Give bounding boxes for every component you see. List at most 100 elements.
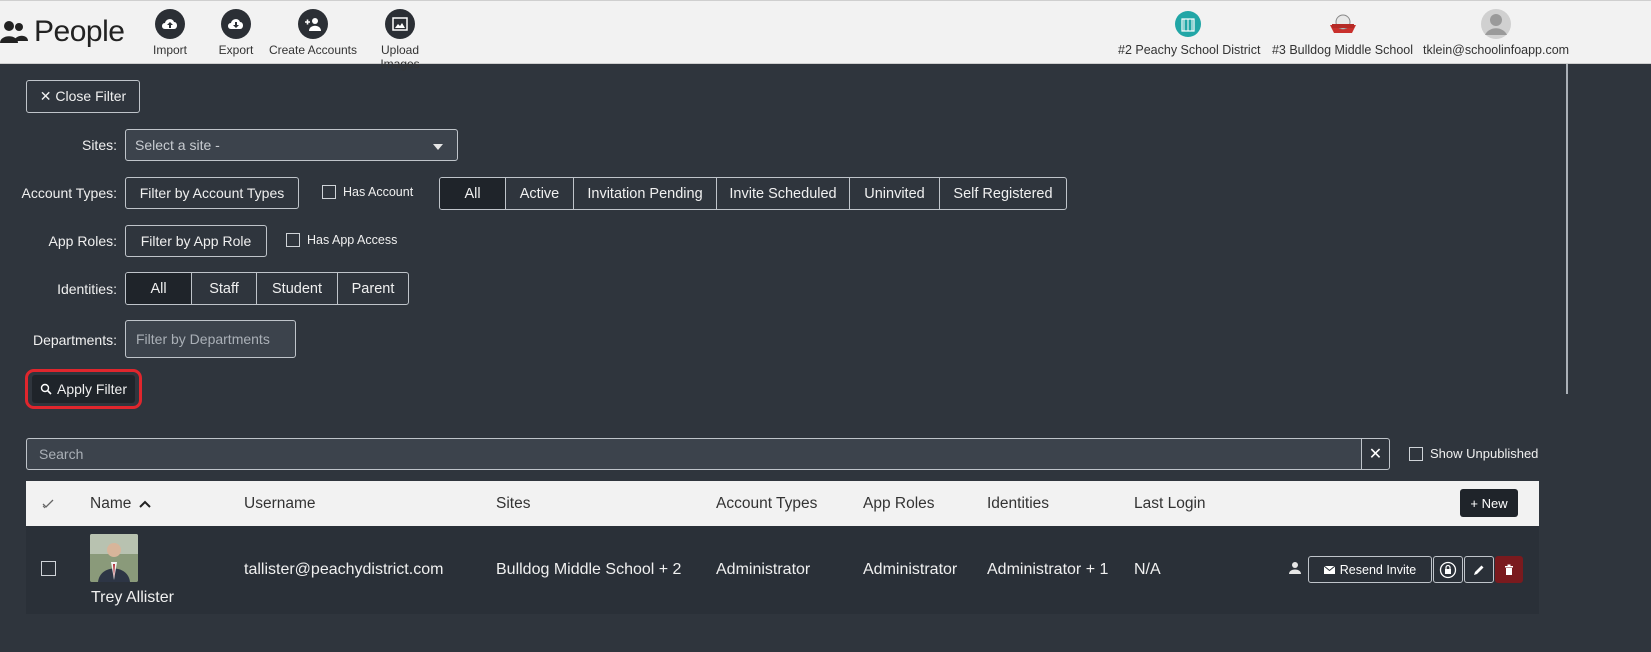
new-button[interactable]: + New <box>1460 489 1518 517</box>
table-header: Name Username Sites Account Types App Ro… <box>26 481 1539 526</box>
user-name[interactable]: Trey Allister <box>91 589 174 607</box>
upload-images-button[interactable]: Upload Images <box>360 9 440 71</box>
has-account-box[interactable] <box>322 185 336 199</box>
site-district-label: #2 Peachy School District <box>1118 43 1261 57</box>
apply-filter-highlight: Apply Filter <box>25 369 142 409</box>
has-account-checkbox[interactable]: Has Account <box>322 185 413 199</box>
departments-input[interactable]: Filter by Departments <box>125 320 296 358</box>
image-icon <box>385 9 415 39</box>
departments-placeholder: Filter by Departments <box>136 331 270 347</box>
app-roles-label: App Roles: <box>48 233 117 249</box>
user-photo <box>90 534 138 582</box>
school-logo-icon <box>1328 9 1358 39</box>
user-username: tallister@peachydistrict.com <box>244 561 444 578</box>
search-placeholder: Search <box>39 446 84 462</box>
user-app-roles: Administrator <box>863 561 958 578</box>
identity-staff-button[interactable]: Staff <box>192 273 257 304</box>
close-filter-button[interactable]: ✕ Close Filter <box>26 80 140 113</box>
brand: People <box>0 15 125 49</box>
edit-button[interactable] <box>1464 556 1494 583</box>
search-clear-button[interactable]: ✕ <box>1361 438 1390 470</box>
identities-label: Identities: <box>57 281 117 297</box>
people-icon <box>0 21 28 43</box>
resend-invite-button[interactable]: Resend Invite <box>1308 556 1432 583</box>
sites-select-value: Select a site - <box>135 137 220 153</box>
user-email-label: tklein@schoolinfoapp.com <box>1423 43 1570 57</box>
scrollbar[interactable] <box>1566 64 1568 394</box>
import-button[interactable]: Import <box>148 9 192 57</box>
row-checkbox[interactable] <box>41 561 56 576</box>
show-unpublished-checkbox[interactable]: Show Unpublished <box>1409 446 1538 461</box>
pencil-icon <box>1474 565 1484 575</box>
apply-filter-label: Apply Filter <box>56 381 128 397</box>
has-app-access-label: Has App Access <box>307 233 398 247</box>
upload-images-label: Upload Images <box>380 43 420 71</box>
status-self-registered-button[interactable]: Self Registered <box>940 178 1066 209</box>
column-identities[interactable]: Identities <box>987 495 1049 513</box>
identity-parent-button[interactable]: Parent <box>338 273 408 304</box>
user-account-types: Administrator <box>716 561 811 578</box>
top-bar: People Import Export Create Accounts Upl… <box>0 0 1651 71</box>
export-label: Export <box>218 43 254 57</box>
district-logo-icon <box>1173 9 1203 39</box>
sites-label: Sites: <box>81 137 117 153</box>
identities-segmented: All Staff Student Parent <box>125 272 409 305</box>
search-input[interactable]: Search <box>26 438 1362 470</box>
create-accounts-label: Create Accounts <box>268 43 358 57</box>
column-last-login[interactable]: Last Login <box>1134 495 1206 513</box>
create-accounts-button[interactable]: Create Accounts <box>268 9 358 57</box>
reset-password-button[interactable] <box>1433 556 1463 583</box>
has-app-access-checkbox[interactable]: Has App Access <box>286 233 397 247</box>
identity-student-button[interactable]: Student <box>257 273 338 304</box>
cloud-upload-icon <box>155 9 185 39</box>
select-all-icon[interactable] <box>42 499 54 509</box>
status-uninvited-button[interactable]: Uninvited <box>850 178 940 209</box>
identity-all-button[interactable]: All <box>126 273 192 304</box>
chevron-up-icon <box>138 500 151 508</box>
import-label: Import <box>152 43 187 57</box>
filter-account-types-button[interactable]: Filter by Account Types <box>125 177 299 209</box>
status-all-button[interactable]: All <box>440 178 506 209</box>
account-types-label: Account Types: <box>21 185 117 201</box>
show-unpublished-label: Show Unpublished <box>1430 446 1539 461</box>
site-school[interactable]: #3 Bulldog Middle School <box>1271 9 1414 57</box>
column-account-types[interactable]: Account Types <box>716 495 817 513</box>
filter-app-role-button[interactable]: Filter by App Role <box>125 225 267 257</box>
lock-icon <box>1439 561 1457 578</box>
resend-invite-label: Resend Invite <box>1339 562 1417 577</box>
search-icon <box>40 383 52 395</box>
column-name-label: Name <box>90 495 132 512</box>
status-active-button[interactable]: Active <box>506 178 574 209</box>
show-unpublished-box[interactable] <box>1409 446 1423 461</box>
site-school-label: #3 Bulldog Middle School <box>1271 43 1414 57</box>
delete-button[interactable] <box>1495 556 1523 583</box>
apply-filter-button[interactable]: Apply Filter <box>32 375 135 403</box>
column-username[interactable]: Username <box>244 495 316 513</box>
site-district[interactable]: #2 Peachy School District <box>1118 9 1261 57</box>
user-identities[interactable]: Administrator + 1 <box>987 561 1108 579</box>
sites-select[interactable]: Select a site - <box>125 129 458 161</box>
status-invite-scheduled-button[interactable]: Invite Scheduled <box>717 178 850 209</box>
page-title: People <box>34 15 125 48</box>
chevron-down-icon <box>433 144 443 150</box>
column-name[interactable]: Name <box>90 495 151 513</box>
has-app-access-box[interactable] <box>286 233 300 247</box>
add-user-icon <box>298 9 328 39</box>
envelope-icon <box>1323 565 1335 574</box>
user-sites[interactable]: Bulldog Middle School + 2 <box>496 561 681 579</box>
user-last-login: N/A <box>1134 561 1161 578</box>
close-icon: ✕ <box>1368 446 1383 463</box>
status-invitation-pending-button[interactable]: Invitation Pending <box>574 178 717 209</box>
cloud-download-icon <box>221 9 251 39</box>
account-status-segmented: All Active Invitation Pending Invite Sch… <box>439 177 1067 210</box>
column-app-roles[interactable]: App Roles <box>863 495 935 513</box>
departments-label: Departments: <box>32 332 117 348</box>
avatar-icon <box>1481 9 1511 39</box>
column-sites[interactable]: Sites <box>496 495 530 513</box>
table-row: Trey Allister tallister@peachydistrict.c… <box>26 526 1539 614</box>
has-account-label: Has Account <box>343 185 414 199</box>
user-menu[interactable]: tklein@schoolinfoapp.com <box>1423 9 1569 57</box>
trash-icon <box>1505 564 1513 575</box>
person-icon <box>1289 562 1301 574</box>
export-button[interactable]: Export <box>214 9 258 57</box>
